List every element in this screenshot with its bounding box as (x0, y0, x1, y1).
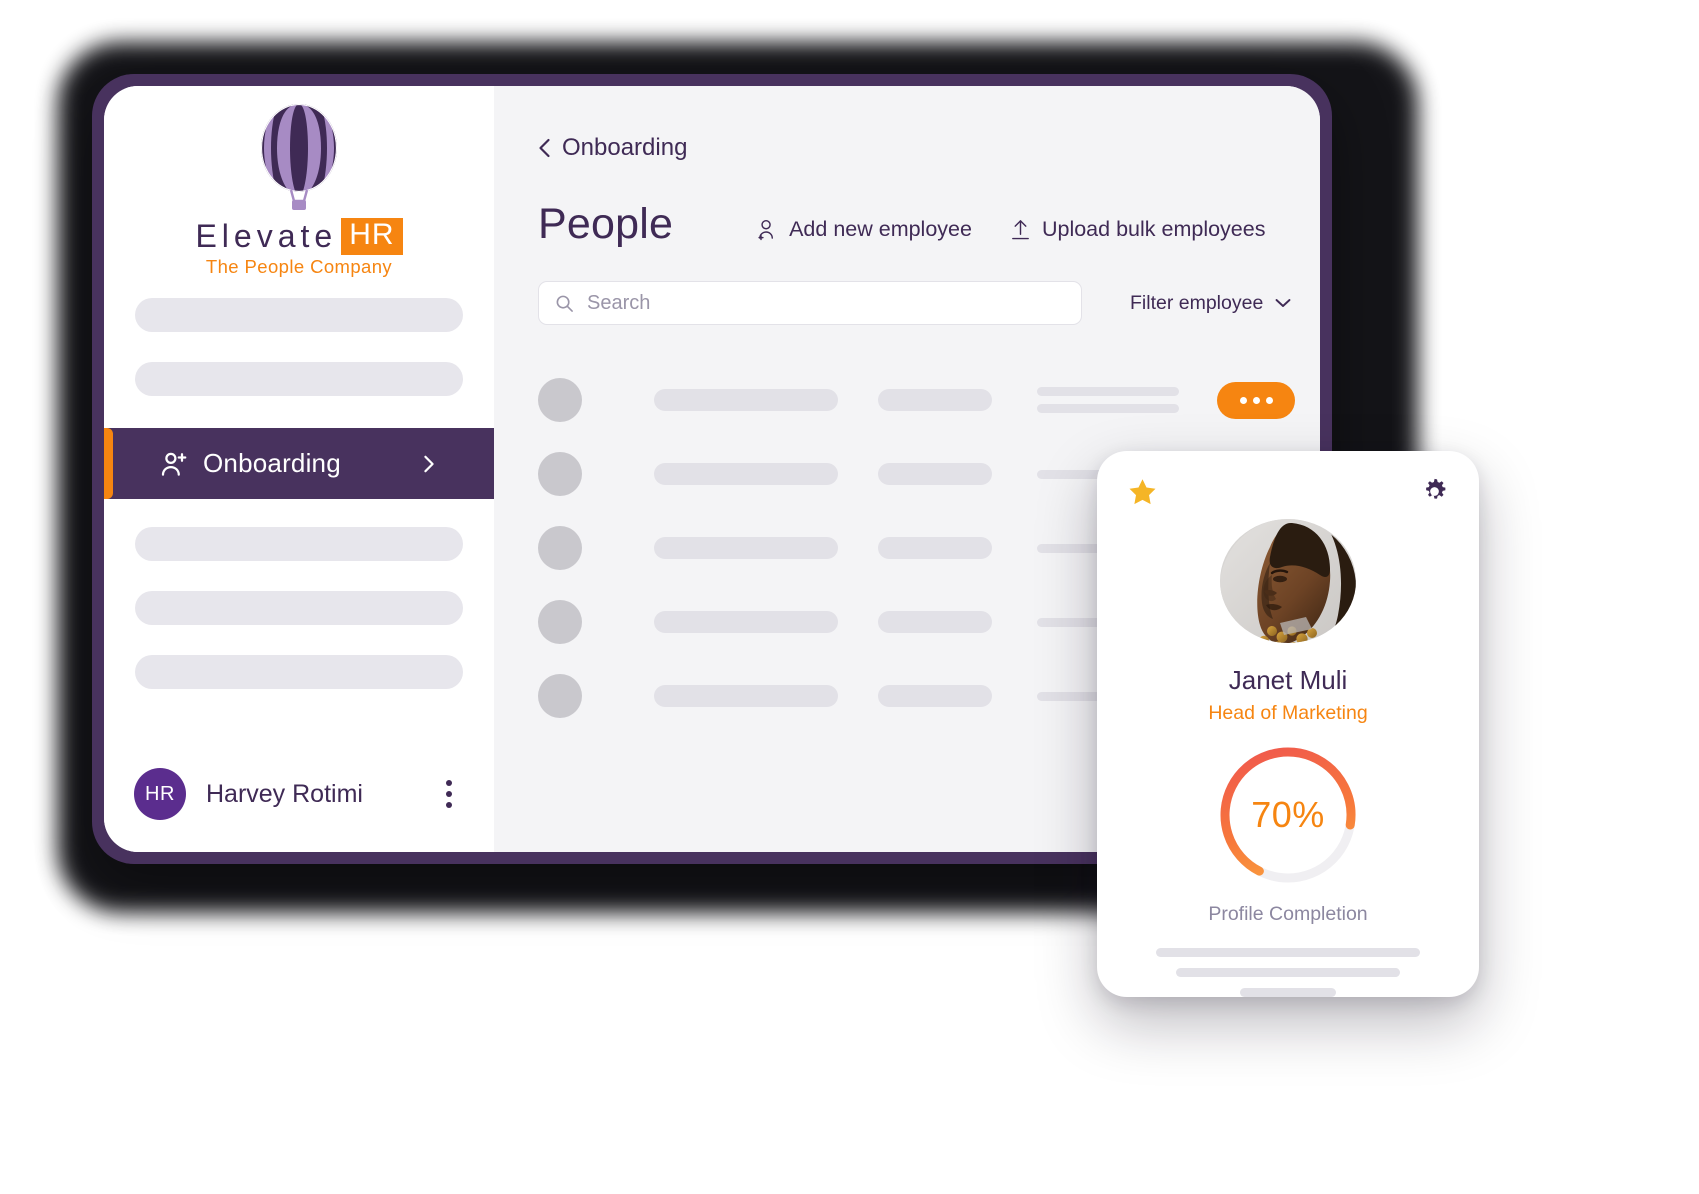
row-cell-role-placeholder (878, 611, 992, 633)
brand-tagline: The People Company (205, 256, 393, 277)
table-row[interactable] (538, 363, 1320, 437)
page-actions: Add new employee Upload bulk employees (757, 217, 1265, 249)
sidebar: Elevate HR The People Company Onboarding (104, 86, 494, 852)
search-input[interactable]: Search (538, 281, 1082, 325)
chevron-down-icon (1275, 299, 1291, 307)
profile-card-header (1127, 477, 1449, 507)
brand-name: Elevate (195, 218, 338, 254)
sidebar-item-placeholder[interactable] (135, 591, 463, 625)
row-cell-name-placeholder (654, 537, 838, 559)
avatar: HR (134, 768, 186, 820)
filter-employee-dropdown[interactable]: Filter employee (1130, 292, 1291, 315)
row-cell-role-placeholder (878, 463, 992, 485)
upload-bulk-employees-label: Upload bulk employees (1041, 217, 1266, 241)
add-new-employee-button[interactable]: Add new employee (757, 217, 972, 242)
row-actions-button[interactable] (1217, 381, 1295, 419)
search-and-filter-row: Search Filter employee (538, 281, 1320, 325)
profile-completion-caption: Profile Completion (1208, 903, 1368, 925)
row-cell-name-placeholder (654, 389, 838, 411)
employee-portrait (1220, 519, 1356, 643)
row-cell-role-placeholder (878, 389, 992, 411)
profile-completion-value: 70% (1251, 794, 1325, 835)
brand-badge: HR (341, 218, 403, 255)
row-cell-name-placeholder (654, 611, 838, 633)
brand-logo[interactable]: Elevate HR The People Company (104, 86, 494, 284)
sidebar-user-name: Harvey Rotimi (206, 779, 363, 808)
user-add-icon (758, 220, 774, 241)
breadcrumb-label[interactable]: Onboarding (562, 134, 687, 162)
chevron-left-icon[interactable] (538, 138, 551, 158)
search-icon (556, 295, 573, 312)
profile-card: Janet Muli Head of Marketing 70% Profile… (1097, 451, 1479, 997)
row-avatar-placeholder (538, 526, 582, 570)
row-cell-name-placeholder (654, 463, 838, 485)
active-indicator-bar (104, 428, 113, 499)
breadcrumb[interactable]: Onboarding (538, 134, 1320, 162)
profile-name: Janet Muli (1228, 665, 1348, 695)
kebab-menu-icon[interactable] (434, 774, 464, 814)
row-cell-detail-placeholder (1037, 387, 1179, 413)
chevron-right-icon (424, 455, 434, 472)
avatar (1220, 519, 1356, 643)
gear-icon[interactable] (1420, 477, 1449, 506)
sidebar-user-footer[interactable]: HR Harvey Rotimi (104, 768, 494, 852)
sidebar-item-label: Onboarding (203, 448, 341, 478)
sidebar-item-placeholder[interactable] (135, 655, 463, 689)
row-cell-name-placeholder (654, 685, 838, 707)
page-title: People (538, 200, 674, 248)
row-avatar-placeholder (538, 452, 582, 496)
filter-employee-label: Filter employee (1130, 291, 1264, 314)
add-new-employee-label: Add new employee (789, 217, 972, 241)
sidebar-item-placeholder[interactable] (135, 362, 463, 396)
row-cell-role-placeholder (878, 685, 992, 707)
user-plus-icon (161, 452, 187, 476)
row-avatar-placeholder (538, 674, 582, 718)
row-avatar-placeholder (538, 600, 582, 644)
sidebar-item-placeholder[interactable] (135, 298, 463, 332)
profile-role: Head of Marketing (1208, 702, 1368, 724)
sidebar-nav: Onboarding (104, 298, 494, 719)
sidebar-item-onboarding[interactable]: Onboarding (104, 428, 494, 499)
row-avatar-placeholder (538, 378, 582, 422)
star-icon[interactable] (1127, 477, 1158, 507)
upload-bulk-employees-button[interactable]: Upload bulk employees (1010, 217, 1266, 242)
profile-completion-ring: 70% (1214, 741, 1362, 889)
profile-card-placeholder-lines (1127, 948, 1449, 997)
hot-air-balloon-icon (261, 104, 337, 210)
sidebar-item-placeholder[interactable] (135, 527, 463, 561)
screenshot-stage: Elevate HR The People Company Onboarding (0, 0, 1699, 1194)
page-title-row: People Add new employee Upload bulk empl… (538, 200, 1320, 249)
upload-icon (1012, 220, 1029, 240)
row-cell-role-placeholder (878, 537, 992, 559)
search-placeholder: Search (587, 291, 651, 314)
